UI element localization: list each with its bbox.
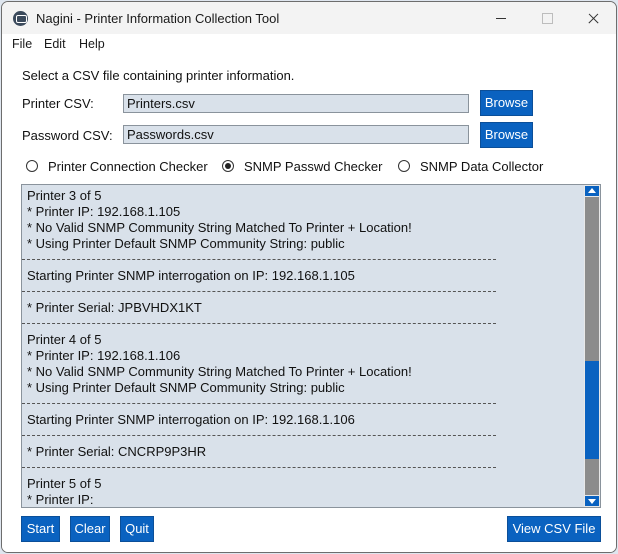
start-button[interactable]: Start [21, 516, 60, 542]
printer-csv-input[interactable] [123, 94, 469, 113]
log-line: * No Valid SNMP Community String Matched… [27, 220, 412, 235]
close-button[interactable] [570, 2, 616, 34]
scroll-track[interactable] [585, 197, 599, 495]
log-line: Starting Printer SNMP interrogation on I… [27, 412, 355, 427]
log-line: Printer 5 of 5 [27, 476, 102, 491]
log-scrollbar[interactable] [584, 185, 600, 507]
view-csv-file-button[interactable]: View CSV File [507, 516, 601, 542]
log-separator [22, 252, 584, 268]
password-csv-input[interactable] [123, 125, 469, 144]
log-text-area: Printer 3 of 5 * Printer IP: 192.168.1.1… [22, 185, 584, 507]
scroll-thumb[interactable] [585, 361, 599, 459]
log-line: * Using Printer Default SNMP Community S… [27, 236, 345, 251]
radio-label: SNMP Passwd Checker [244, 159, 383, 174]
menu-edit[interactable]: Edit [44, 37, 66, 51]
log-separator [22, 428, 584, 444]
log-separator [22, 396, 584, 412]
app-logo-icon [13, 11, 28, 26]
menu-file[interactable]: File [12, 37, 32, 51]
password-browse-button[interactable]: Browse [480, 122, 533, 148]
log-line: * No Valid SNMP Community String Matched… [27, 364, 412, 379]
printer-csv-label: Printer CSV: [22, 96, 94, 111]
log-line: * Printer IP: 192.168.1.106 [27, 348, 181, 363]
password-csv-label: Password CSV: [22, 128, 113, 143]
scroll-up-arrow-icon[interactable] [585, 186, 599, 196]
printer-browse-button[interactable]: Browse [480, 90, 533, 116]
title-bar: Nagini - Printer Information Collection … [2, 2, 616, 34]
scroll-down-arrow-icon[interactable] [585, 496, 599, 506]
app-window: Nagini - Printer Information Collection … [1, 1, 617, 553]
output-log[interactable]: Printer 3 of 5 * Printer IP: 192.168.1.1… [21, 184, 601, 508]
menu-help[interactable]: Help [79, 37, 105, 51]
window-title: Nagini - Printer Information Collection … [36, 11, 280, 26]
menu-bar: File Edit Help [2, 34, 616, 54]
radio-dot [26, 160, 38, 172]
log-line: * Printer Serial: CNCRP9P3HR [27, 444, 207, 459]
log-separator [22, 284, 584, 300]
radio-dot [398, 160, 410, 172]
log-line: * Printer IP: [27, 492, 94, 507]
log-line: Printer 3 of 5 [27, 188, 102, 203]
main-panel: Select a CSV file containing printer inf… [2, 54, 616, 552]
log-line: * Printer Serial: JPBVHDX1KT [27, 300, 202, 315]
radio-label: Printer Connection Checker [48, 159, 208, 174]
clear-button[interactable]: Clear [70, 516, 110, 542]
maximize-button[interactable] [524, 2, 570, 34]
log-line: * Using Printer Default SNMP Community S… [27, 380, 345, 395]
mode-radio-group: Printer Connection Checker SNMP Passwd C… [22, 158, 602, 176]
log-separator [22, 316, 584, 332]
log-line: Starting Printer SNMP interrogation on I… [27, 268, 355, 283]
instruction-text: Select a CSV file containing printer inf… [22, 68, 295, 83]
radio-label: SNMP Data Collector [420, 159, 544, 174]
minimize-button[interactable] [478, 2, 524, 34]
log-separator [22, 460, 584, 476]
radio-dot [222, 160, 234, 172]
quit-button[interactable]: Quit [120, 516, 154, 542]
log-line: * Printer IP: 192.168.1.105 [27, 204, 181, 219]
log-line: Printer 4 of 5 [27, 332, 102, 347]
